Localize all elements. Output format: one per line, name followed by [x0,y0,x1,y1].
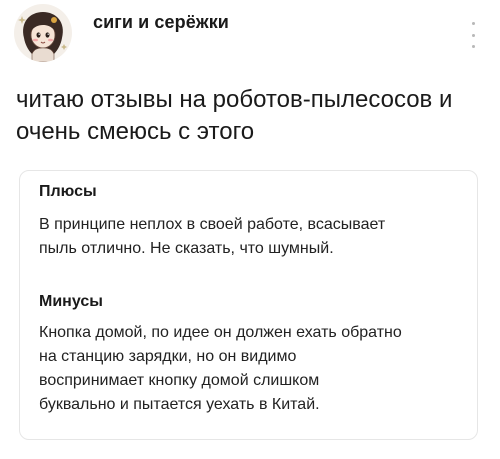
pros-text-line: пыль отлично. Не сказать, что шумный. [39,240,334,257]
vertical-dots-icon [471,45,475,48]
post-text: читаю отзывы на роботов-пылесосов и очен… [16,84,491,148]
cons-text-line: на станцию зарядки, но он видимо [39,348,297,365]
cons-title: Минусы [39,293,103,310]
avatar[interactable] [14,4,72,62]
post-text-line: читаю отзывы на роботов-пылесосов и [16,86,453,113]
cons-text-line: буквально и пытается уехать в Китай. [39,396,320,413]
vertical-dots-icon [471,33,475,37]
pros-text: В принципе неплох в своей работе, всасыв… [39,213,469,261]
post-text-line: очень смеюсь с этого [16,118,255,145]
cons-text-line: Кнопка домой, по идее он должен ехать об… [39,324,402,341]
post-header: сиги и серёжки [0,0,500,80]
girl-doodle-avatar-icon [18,12,67,62]
cons-text-line: воспринимает кнопку домой слишком [39,372,320,389]
pros-text-line: В принципе неплох в своей работе, всасыв… [39,216,386,233]
review-card: Плюсы В принципе неплох в своей работе, … [19,170,478,440]
vertical-dots-icon [471,22,475,25]
cons-text: Кнопка домой, по идее он должен ехать об… [39,321,469,417]
pros-title: Плюсы [39,183,97,200]
more-options-button[interactable] [466,22,480,48]
author-name[interactable]: сиги и серёжки [93,12,229,33]
